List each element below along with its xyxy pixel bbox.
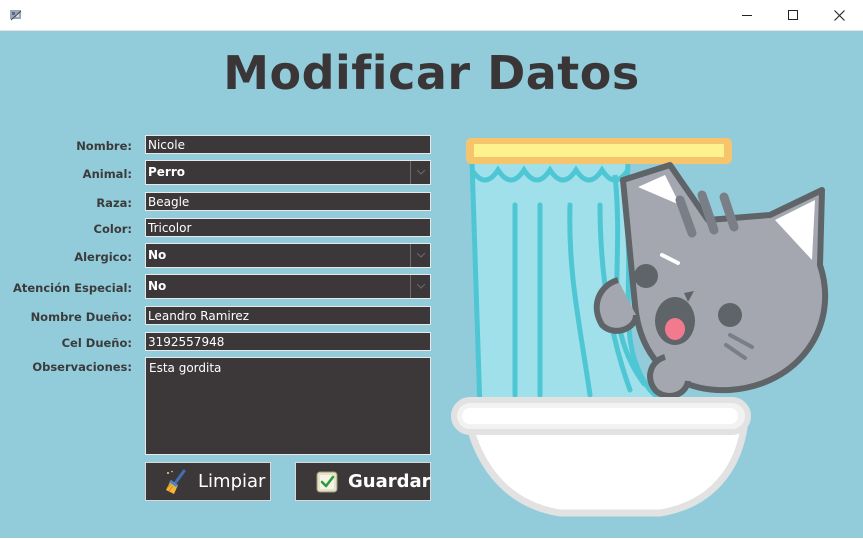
guardar-button[interactable]: Guardar bbox=[295, 462, 431, 501]
nombre-dueno-label: Nombre Dueño: bbox=[30, 310, 132, 324]
limpiar-button[interactable]: Limpiar bbox=[145, 462, 271, 501]
chevron-down-icon[interactable] bbox=[410, 161, 430, 184]
chevron-down-icon[interactable] bbox=[410, 275, 430, 298]
animal-selected-value: Perro bbox=[148, 165, 186, 179]
animal-combobox[interactable]: Perro bbox=[145, 160, 431, 185]
cel-dueno-label: Cel Dueño: bbox=[61, 336, 132, 350]
nombre-dueno-input[interactable] bbox=[145, 306, 431, 325]
checkbox-checked-icon bbox=[316, 471, 338, 493]
cel-dueno-input[interactable] bbox=[145, 332, 431, 351]
page-title: Modificar Datos bbox=[223, 46, 640, 100]
alergico-combobox[interactable]: No bbox=[145, 243, 431, 268]
observaciones-label: Observaciones: bbox=[32, 360, 132, 374]
atencion-especial-combobox[interactable]: No bbox=[145, 274, 431, 299]
nombre-input[interactable] bbox=[145, 135, 431, 154]
limpiar-button-label: Limpiar bbox=[198, 471, 266, 492]
raza-input[interactable] bbox=[145, 192, 431, 211]
app-window: Modificar Datos Nombre: Animal: Perro Ra… bbox=[0, 0, 863, 538]
alergico-label: Alergico: bbox=[74, 250, 132, 264]
close-button[interactable] bbox=[816, 0, 862, 30]
alergico-selected-value: No bbox=[148, 248, 167, 262]
minimize-button[interactable] bbox=[724, 0, 770, 30]
cat-in-bathtub-illustration bbox=[451, 138, 829, 517]
broom-icon bbox=[164, 469, 190, 495]
observaciones-textarea[interactable]: Esta gordita bbox=[145, 357, 431, 455]
maximize-button[interactable] bbox=[770, 0, 816, 30]
color-input[interactable] bbox=[145, 218, 431, 237]
title-bar bbox=[0, 0, 863, 31]
guardar-button-label: Guardar bbox=[348, 471, 431, 492]
color-label: Color: bbox=[93, 222, 132, 236]
chevron-down-icon[interactable] bbox=[410, 244, 430, 267]
atencion-especial-label: Atención Especial: bbox=[12, 281, 132, 295]
app-icon bbox=[8, 7, 24, 23]
nombre-label: Nombre: bbox=[76, 139, 132, 153]
raza-label: Raza: bbox=[96, 196, 132, 210]
atencion-especial-selected-value: No bbox=[148, 279, 167, 293]
animal-label: Animal: bbox=[82, 167, 132, 181]
